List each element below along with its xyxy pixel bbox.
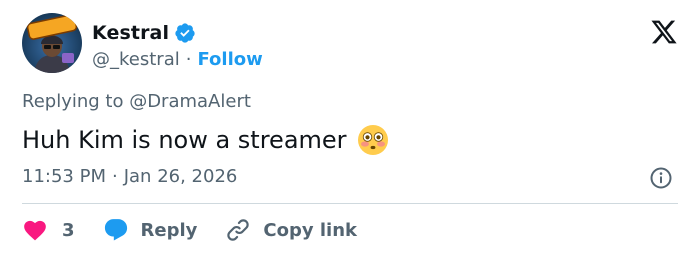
separator: ·	[185, 48, 192, 70]
avatar[interactable]	[22, 13, 82, 73]
tweet-date: Jan 26, 2026	[123, 166, 238, 187]
verified-badge-icon	[174, 22, 196, 44]
heart-icon	[24, 220, 46, 241]
time-separator: ·	[111, 166, 118, 187]
copy-link-label: Copy link	[263, 219, 357, 241]
author-name-row: Kestral	[92, 20, 196, 46]
tweet-text: Huh Kim is now a streamer	[22, 126, 347, 154]
handle[interactable]: @_kestral	[92, 49, 180, 70]
reply-context: Replying to @DramaAlert	[22, 91, 251, 112]
reply-button[interactable]: Reply	[103, 217, 198, 243]
like-button[interactable]: 3	[22, 217, 75, 243]
copy-link-button[interactable]: Copy link	[225, 217, 357, 243]
tweet-card: Kestral @_kestral · Follow Replying to @…	[0, 0, 700, 256]
action-bar: 3 Reply Copy link	[22, 214, 357, 246]
divider	[22, 203, 678, 204]
timestamp[interactable]: 11:53 PM · Jan 26, 2026	[22, 166, 237, 187]
display-name[interactable]: Kestral	[92, 22, 169, 44]
flushed-face-emoji-icon	[357, 124, 389, 156]
reply-label: Reply	[140, 219, 198, 241]
avatar-image	[22, 13, 82, 73]
tweet-text-row: Huh Kim is now a streamer	[22, 124, 389, 156]
tweet-time: 11:53 PM	[22, 166, 106, 187]
like-count: 3	[62, 219, 75, 241]
link-icon	[227, 219, 250, 241]
info-icon[interactable]	[649, 166, 673, 190]
x-logo-icon[interactable]	[650, 18, 678, 46]
author-handle-row: @_kestral · Follow	[92, 47, 263, 71]
follow-button[interactable]: Follow	[197, 49, 262, 70]
reply-bubble-icon	[104, 219, 127, 241]
